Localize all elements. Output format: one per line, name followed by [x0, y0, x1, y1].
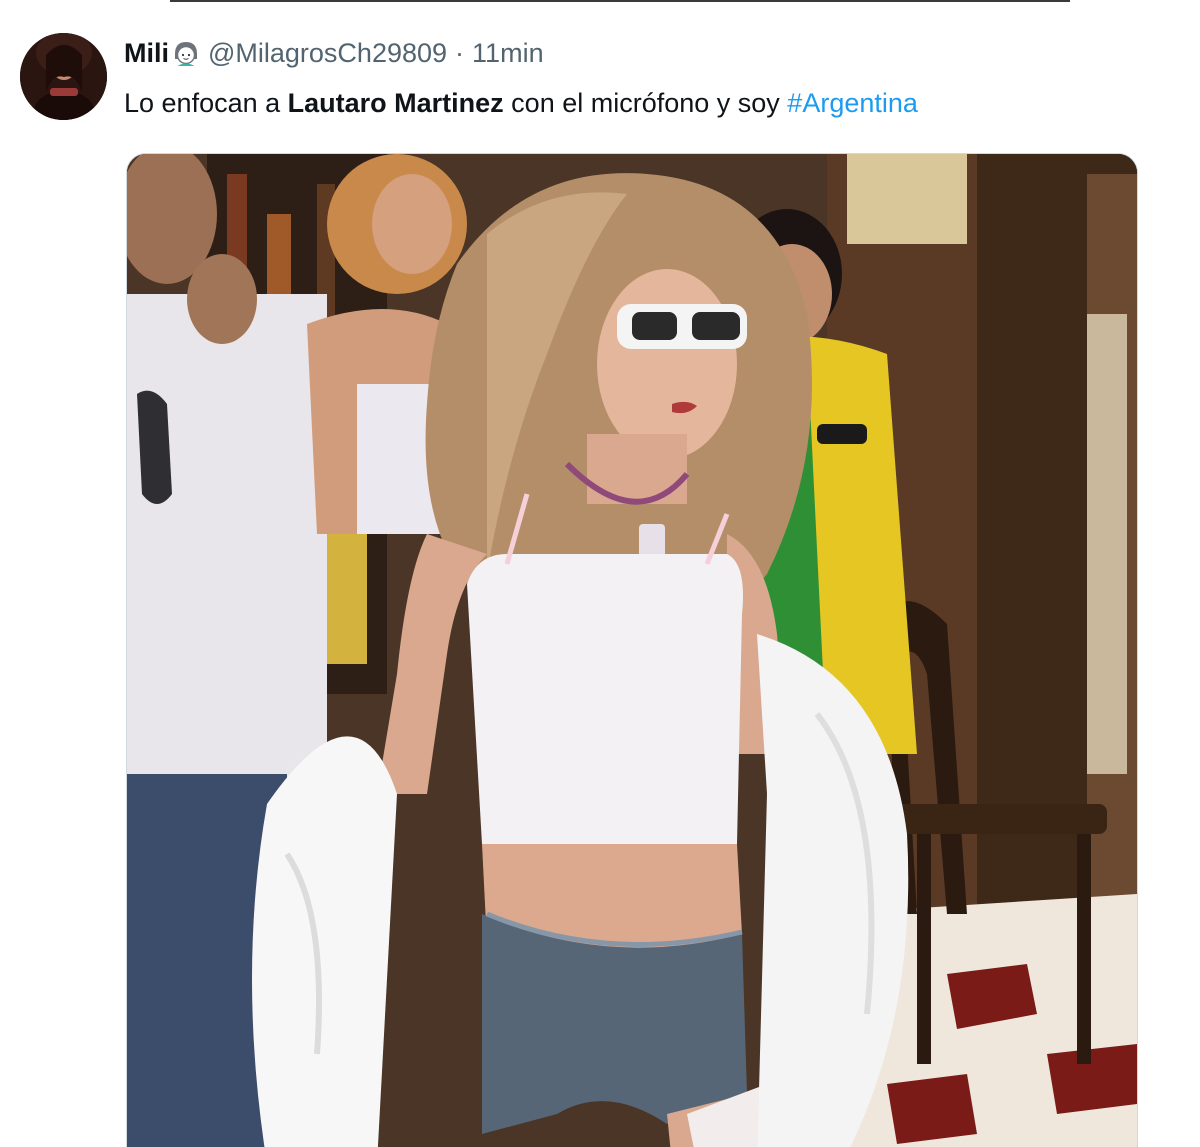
author-handle[interactable]: @MilagrosCh29809 — [208, 38, 447, 69]
tweet-header: Mili @MilagrosCh29809 · 11min — [124, 33, 544, 73]
divider — [170, 0, 1070, 2]
display-name[interactable]: Mili — [124, 38, 169, 69]
separator-dot: · — [455, 37, 465, 68]
tweet-text-start: Lo enfocan a — [124, 88, 288, 118]
tweet-text-bold-name: Lautaro Martinez — [287, 88, 504, 118]
timestamp[interactable]: 11min — [472, 38, 544, 69]
tweet-text: Lo enfocan a Lautaro Martinez con el mic… — [124, 83, 1164, 123]
tweet-screenshot: Mili @MilagrosCh29809 · 11min Lo enfocan… — [0, 0, 1200, 1147]
tweet-text-middle: con el micrófono y soy — [503, 88, 788, 118]
hashtag-link[interactable]: #Argentina — [787, 88, 918, 118]
tweet-media-image[interactable] — [126, 153, 1138, 1147]
woman-face-emoji-icon — [172, 39, 200, 67]
avatar[interactable] — [20, 33, 107, 120]
